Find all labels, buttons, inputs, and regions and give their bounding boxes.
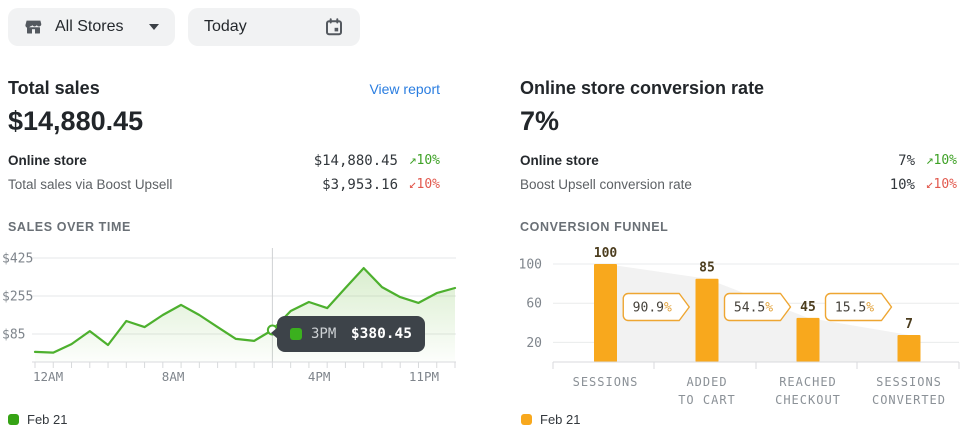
bar-value-label: 7 <box>905 317 913 332</box>
conversion-title: Online store conversion rate <box>520 78 764 99</box>
conversion-value: 7% <box>520 106 559 137</box>
tooltip-time: 3PM <box>311 326 336 342</box>
funnel-bar[interactable] <box>797 318 820 362</box>
trend-up-icon: ↗ <box>409 153 417 168</box>
y-axis-label: $85 <box>2 328 25 343</box>
legend-swatch-green <box>8 414 19 425</box>
sales-chart-legend: Feb 21 <box>8 412 67 427</box>
funnel-bar[interactable] <box>696 279 719 362</box>
view-report-link[interactable]: View report <box>369 81 440 97</box>
funnel-bar[interactable] <box>898 335 921 362</box>
x-axis-label: 11PM <box>409 369 439 384</box>
funnel-category-label: CHECKOUT <box>775 393 841 407</box>
legend-label: Feb 21 <box>27 412 67 427</box>
metric-row: Online store 7% ↗10% <box>520 153 957 171</box>
x-axis-label: 8AM <box>162 369 185 384</box>
tooltip-value: $380.45 <box>351 326 412 342</box>
total-sales-title: Total sales <box>8 78 100 99</box>
total-sales-value: $14,880.45 <box>8 106 143 137</box>
bar-value-label: 100 <box>594 246 618 261</box>
trend-down-badge: ↙10% <box>926 177 957 192</box>
funnel-bar[interactable] <box>594 264 617 362</box>
y-axis-label: $425 <box>2 252 33 267</box>
y-axis-label: 100 <box>519 258 542 273</box>
x-axis-label: 12AM <box>33 369 63 384</box>
legend-label: Feb 21 <box>540 412 580 427</box>
sales-over-time-heading: SALES OVER TIME <box>8 220 131 234</box>
trend-change: 10% <box>934 153 957 168</box>
conversion-badge-label: 54.5% <box>734 301 773 316</box>
topbar: All Stores Today <box>8 8 360 46</box>
trend-down-badge: ↙10% <box>409 177 440 192</box>
store-icon <box>24 18 43 36</box>
metric-label: Online store <box>8 153 87 168</box>
bar-value-label: 45 <box>800 300 816 315</box>
date-selector[interactable]: Today <box>188 8 360 46</box>
metric-value: $3,953.16 <box>322 177 398 193</box>
y-axis-label: 20 <box>526 336 542 351</box>
x-axis-label: 4PM <box>308 369 331 384</box>
calendar-icon <box>324 17 344 37</box>
conversion-funnel-chart[interactable]: 100 60 20 100 85 45 7 90.9% 54.5% 15.5% SESSIONS AD… <box>516 240 960 410</box>
chart-tooltip: 3PM $380.45 <box>277 316 425 352</box>
trend-down-icon: ↙ <box>409 177 417 192</box>
metric-value: 7% <box>898 153 915 169</box>
store-selector-label: All Stores <box>55 18 137 36</box>
metric-row: Boost Upsell conversion rate 10% ↙10% <box>520 177 957 195</box>
funnel-category-label: REACHED <box>779 375 837 389</box>
trend-up-badge: ↗10% <box>926 153 957 168</box>
y-axis-label: 60 <box>526 297 542 312</box>
trend-change: 10% <box>934 177 957 192</box>
metric-label: Online store <box>520 153 599 168</box>
conversion-funnel-heading: CONVERSION FUNNEL <box>520 220 668 234</box>
funnel-category-label: SESSIONS <box>876 375 942 389</box>
series-swatch <box>290 328 302 340</box>
metric-label: Total sales via Boost Upsell <box>8 177 172 192</box>
funnel-chart-legend: Feb 21 <box>521 412 580 427</box>
conversion-badge-label: 15.5% <box>835 301 874 316</box>
trend-change: 10% <box>417 177 440 192</box>
chevron-down-icon <box>149 24 159 30</box>
trend-up-badge: ↗10% <box>409 153 440 168</box>
metric-value: 10% <box>890 177 915 193</box>
conversion-badge-label: 90.9% <box>633 301 672 316</box>
store-selector[interactable]: All Stores <box>8 8 175 46</box>
legend-swatch-orange <box>521 414 532 425</box>
funnel-category-label: SESSIONS <box>573 375 639 389</box>
funnel-category-label: CONVERTED <box>872 393 946 407</box>
tooltip-caret <box>271 327 278 339</box>
trend-change: 10% <box>417 153 440 168</box>
date-selector-label: Today <box>204 18 247 36</box>
trend-down-icon: ↙ <box>926 177 934 192</box>
metric-row: Online store $14,880.45 ↗10% <box>8 153 440 171</box>
funnel-category-label: TO CART <box>678 393 736 407</box>
bar-value-label: 85 <box>699 261 715 276</box>
y-axis-label: $255 <box>2 290 33 305</box>
metric-row: Total sales via Boost Upsell $3,953.16 ↙… <box>8 177 440 195</box>
funnel-category-label: ADDED <box>686 375 727 389</box>
trend-up-icon: ↗ <box>926 153 934 168</box>
metric-value: $14,880.45 <box>314 153 398 169</box>
metric-label: Boost Upsell conversion rate <box>520 177 692 192</box>
